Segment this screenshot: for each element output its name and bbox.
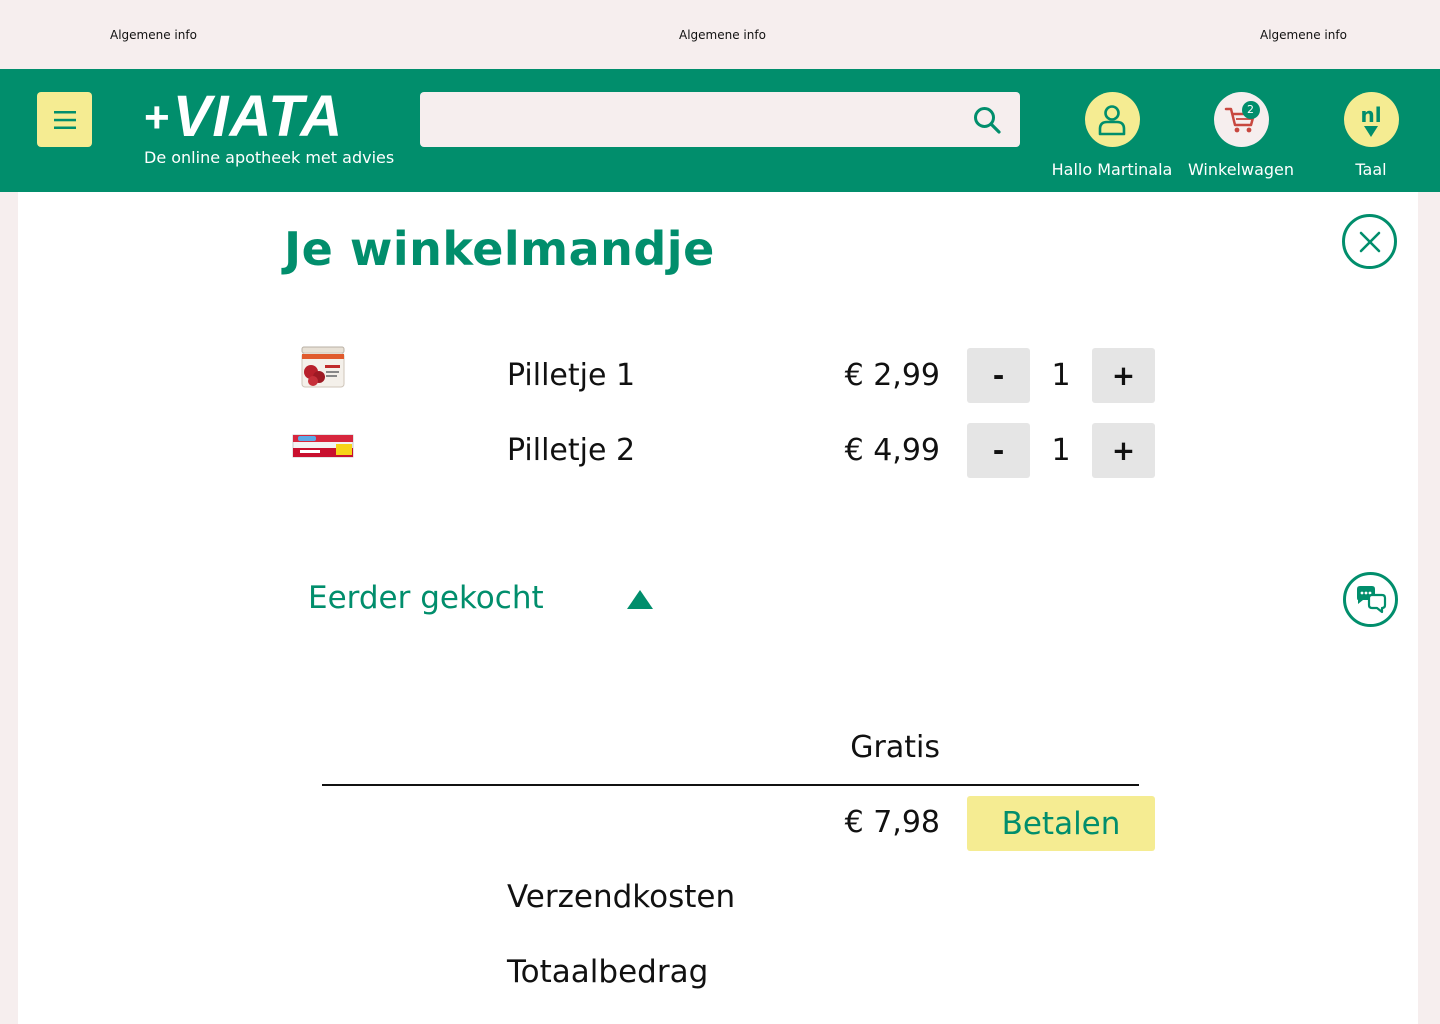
brand-name: +VIATA xyxy=(144,87,394,148)
product-price: € 2,99 xyxy=(844,358,940,393)
brand-wordmark: VIATA xyxy=(172,84,344,149)
site-header: +VIATA De online apotheek met advies Hal… xyxy=(0,69,1440,192)
search-input[interactable] xyxy=(420,92,960,147)
total-amount-value: € 7,98 xyxy=(844,805,940,840)
language-circle: nl xyxy=(1343,92,1399,147)
info-link-center[interactable]: Algemene info xyxy=(679,28,766,42)
language-label: Taal xyxy=(1355,160,1387,179)
page-title: Je winkelmandje xyxy=(284,222,715,276)
user-avatar xyxy=(1084,92,1140,147)
info-link-left[interactable]: Algemene info xyxy=(110,28,197,42)
cart-item: Pilletje 2 € 4,99 - 1 + xyxy=(18,423,1418,478)
account-label: Hallo Martinala xyxy=(1051,160,1173,179)
shipping-cost-label: Verzendkosten xyxy=(507,879,736,915)
cart-label: Winkelwagen xyxy=(1187,160,1295,179)
search-bar xyxy=(420,92,1020,147)
product-image-jar[interactable] xyxy=(298,345,348,391)
caret-up-icon[interactable] xyxy=(627,590,653,609)
brand-tagline: De online apotheek met advies xyxy=(144,148,395,167)
cart-panel: Je winkelmandje Pilletje 1 € 2,99 - 1 + xyxy=(18,192,1418,1024)
info-link-right[interactable]: Algemene info xyxy=(1260,28,1347,42)
total-amount-label: Totaalbedrag xyxy=(507,954,709,990)
product-price: € 4,99 xyxy=(844,433,940,468)
brand-prefix: + xyxy=(144,93,171,142)
quantity-decrease-button[interactable]: - xyxy=(967,348,1030,403)
cart-circle: 2 xyxy=(1213,92,1269,147)
account-button[interactable]: Hallo Martinala xyxy=(1050,92,1174,179)
previously-bought-toggle[interactable]: Eerder gekocht xyxy=(308,580,544,616)
close-icon xyxy=(1359,231,1380,252)
language-code: nl xyxy=(1360,103,1382,127)
quantity-value: 1 xyxy=(1051,433,1071,468)
cart-count-badge: 2 xyxy=(1241,101,1260,119)
menu-button[interactable] xyxy=(37,92,92,147)
brand-logo[interactable]: +VIATA De online apotheek met advies xyxy=(144,87,395,168)
chat-icon xyxy=(1356,585,1386,613)
quantity-increase-button[interactable]: + xyxy=(1092,348,1155,403)
cart-button[interactable]: 2 Winkelwagen xyxy=(1185,92,1297,179)
cart-item: Pilletje 1 € 2,99 - 1 + xyxy=(18,345,1418,403)
totals-divider xyxy=(322,784,1139,786)
menu-icon xyxy=(53,110,76,129)
user-icon xyxy=(1098,104,1126,135)
product-name[interactable]: Pilletje 2 xyxy=(507,433,635,468)
top-info-bar: Algemene info Algemene info Algemene inf… xyxy=(0,0,1440,69)
caret-down-icon xyxy=(1364,126,1378,137)
language-selector[interactable]: nl Taal xyxy=(1330,92,1412,179)
product-name[interactable]: Pilletje 1 xyxy=(507,358,635,393)
close-button[interactable] xyxy=(1342,214,1397,269)
quantity-increase-button[interactable]: + xyxy=(1092,423,1155,478)
search-icon[interactable] xyxy=(972,105,1002,135)
quantity-decrease-button[interactable]: - xyxy=(967,423,1030,478)
product-image-box[interactable] xyxy=(292,433,354,459)
shipping-cost-value: Gratis xyxy=(850,730,940,765)
pay-button[interactable]: Betalen xyxy=(967,796,1155,851)
quantity-value: 1 xyxy=(1051,358,1071,393)
chat-button[interactable] xyxy=(1343,572,1398,627)
